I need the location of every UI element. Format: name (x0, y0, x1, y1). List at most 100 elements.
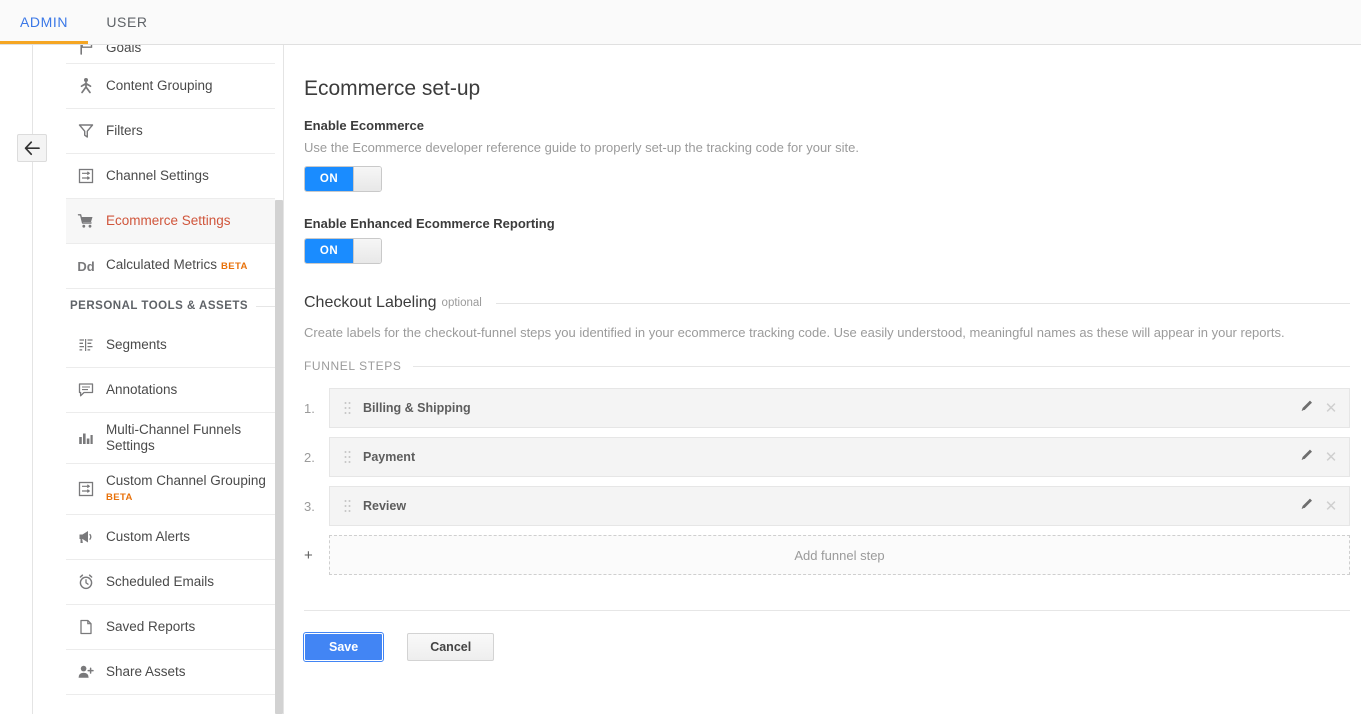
flag-icon (66, 45, 106, 56)
close-icon: ✕ (1324, 448, 1338, 466)
comment-icon (66, 381, 106, 399)
drag-handle-icon[interactable] (340, 499, 354, 513)
action-buttons: Save Cancel (302, 632, 1361, 662)
checkout-labeling-header: Checkout Labeling optional (304, 294, 1361, 312)
plus-icon: + (304, 546, 313, 564)
sidebar-item-share-assets[interactable]: Share Assets (66, 650, 282, 695)
funnel-steps-rule (413, 365, 1350, 367)
sidebar-item-content-grouping[interactable]: Content Grouping (66, 64, 282, 109)
sidebar-item-label: Content Grouping (106, 78, 213, 93)
cancel-button[interactable]: Cancel (407, 633, 495, 661)
checkout-labeling-title: Checkout Labeling (304, 294, 437, 311)
megaphone-icon (66, 528, 106, 546)
add-funnel-step-row[interactable]: + Add funnel step (304, 535, 1350, 575)
edit-step-button[interactable] (1295, 396, 1319, 420)
tab-user[interactable]: USER (88, 0, 166, 44)
alarm-clock-icon (66, 573, 106, 591)
back-button[interactable] (17, 134, 47, 162)
sidebar-item-filters[interactable]: Filters (66, 109, 282, 154)
step-number: 3. (304, 498, 315, 514)
funnel-steps-label: FUNNEL STEPS (304, 359, 402, 373)
footer-divider (304, 610, 1350, 611)
person-add-icon (66, 663, 106, 681)
sidebar-item-goals[interactable]: Goals (66, 45, 282, 64)
sidebar-section-header: PERSONAL TOOLS & ASSETS (66, 289, 282, 323)
enhanced-ecommerce-toggle[interactable]: ON (304, 238, 382, 264)
sidebar-item-label: Scheduled Emails (106, 574, 215, 589)
funnel-step-box[interactable]: Payment ✕ (329, 437, 1350, 477)
sidebar-item-label: Segments (106, 337, 167, 352)
funnel-step-box[interactable]: Review ✕ (329, 486, 1350, 526)
funnel-step-row: 3. Review ✕ (304, 486, 1350, 526)
pencil-icon (1300, 399, 1314, 418)
sidebar-item-label: Annotations (106, 382, 178, 397)
sidebar-item-label: Multi-Channel Funnels Settings (106, 422, 242, 453)
funnel-step-row: 1. Billing & Shipping ✕ (304, 388, 1350, 428)
sidebar-item-segments[interactable]: Segments (66, 323, 282, 368)
toggle-off-track (353, 239, 381, 263)
sidebar-item-label: Calculated Metrics (106, 257, 218, 272)
remove-step-button[interactable]: ✕ (1319, 445, 1343, 469)
enable-ecommerce-toggle[interactable]: ON (304, 166, 382, 192)
top-tab-bar: ADMIN USER (0, 0, 1361, 45)
close-icon: ✕ (1324, 399, 1338, 417)
funnel-step-name: Billing & Shipping (363, 401, 471, 415)
edit-step-button[interactable] (1295, 445, 1319, 469)
funnel-steps-list: 1. Billing & Shipping ✕ 2. Payment ✕ 3. … (304, 388, 1361, 575)
add-funnel-step-box[interactable]: Add funnel step (329, 535, 1350, 575)
checkout-labeling-optional: optional (441, 297, 482, 309)
document-icon (66, 618, 106, 636)
sidebar-item-channel-settings[interactable]: Channel Settings (66, 154, 282, 199)
funnel-step-row: 2. Payment ✕ (304, 437, 1350, 477)
save-button[interactable]: Save (302, 632, 385, 662)
sidebar-item-saved-reports[interactable]: Saved Reports (66, 605, 282, 650)
beta-badge: BETA (221, 261, 248, 272)
channel-icon (66, 167, 106, 185)
drag-handle-icon[interactable] (340, 401, 354, 415)
dd-icon: Dd (77, 258, 95, 274)
sidebar-item-custom-alerts[interactable]: Custom Alerts (66, 515, 282, 560)
funnel-step-name: Payment (363, 450, 416, 464)
main-content: Ecommerce set-up Enable Ecommerce Use th… (284, 45, 1361, 714)
person-grouping-icon (66, 77, 106, 95)
sidebar-item-scheduled-emails[interactable]: Scheduled Emails (66, 560, 282, 605)
segments-icon (66, 336, 106, 354)
beta-badge: BETA (106, 491, 133, 503)
sidebar-item-ecommerce-settings[interactable]: Ecommerce Settings (66, 199, 282, 244)
sidebar-item-calculated-metrics[interactable]: Dd Calculated Metrics BETA (66, 244, 282, 289)
close-icon: ✕ (1324, 497, 1338, 515)
toggle-on-label: ON (305, 167, 353, 191)
remove-step-button[interactable]: ✕ (1319, 494, 1343, 518)
channel-icon (66, 480, 106, 498)
enable-ecommerce-description: Use the Ecommerce developer reference gu… (304, 140, 859, 155)
sidebar-item-custom-channel-grouping[interactable]: Custom Channel Grouping BETA (66, 464, 282, 515)
tab-admin[interactable]: ADMIN (0, 0, 88, 44)
shopping-cart-icon (66, 212, 106, 230)
add-funnel-step-label: Add funnel step (794, 547, 885, 563)
toggle-off-track (353, 167, 381, 191)
enhanced-ecommerce-label: Enable Enhanced Ecommerce Reporting (304, 216, 555, 231)
edit-step-button[interactable] (1295, 494, 1319, 518)
sidebar-item-annotations[interactable]: Annotations (66, 368, 282, 413)
sidebar-item-label: Ecommerce Settings (106, 213, 231, 228)
sidebar-item-label: Goals (106, 45, 142, 55)
pencil-icon (1300, 448, 1314, 467)
step-number: 1. (304, 400, 315, 416)
toggle-on-label: ON (305, 239, 353, 263)
sidebar-nav: Goals Content Grouping Filters Channel S… (66, 45, 282, 714)
sidebar-item-multi-channel-funnels[interactable]: Multi-Channel Funnels Settings (66, 413, 282, 464)
sidebar-item-label: Saved Reports (106, 619, 196, 634)
sidebar-item-label: Custom Alerts (106, 529, 191, 544)
sidebar-item-label: Filters (106, 123, 143, 138)
funnel-step-name: Review (363, 499, 407, 513)
bar-chart-icon (66, 429, 106, 447)
drag-handle-icon[interactable] (340, 450, 354, 464)
funnel-icon (66, 122, 106, 140)
step-number: 2. (304, 449, 315, 465)
arrow-left-icon (24, 140, 41, 156)
sidebar-item-label: Share Assets (106, 664, 186, 679)
pencil-icon (1300, 497, 1314, 516)
remove-step-button[interactable]: ✕ (1319, 396, 1343, 420)
funnel-step-box[interactable]: Billing & Shipping ✕ (329, 388, 1350, 428)
sidebar-scrollbar-thumb[interactable] (275, 200, 283, 714)
